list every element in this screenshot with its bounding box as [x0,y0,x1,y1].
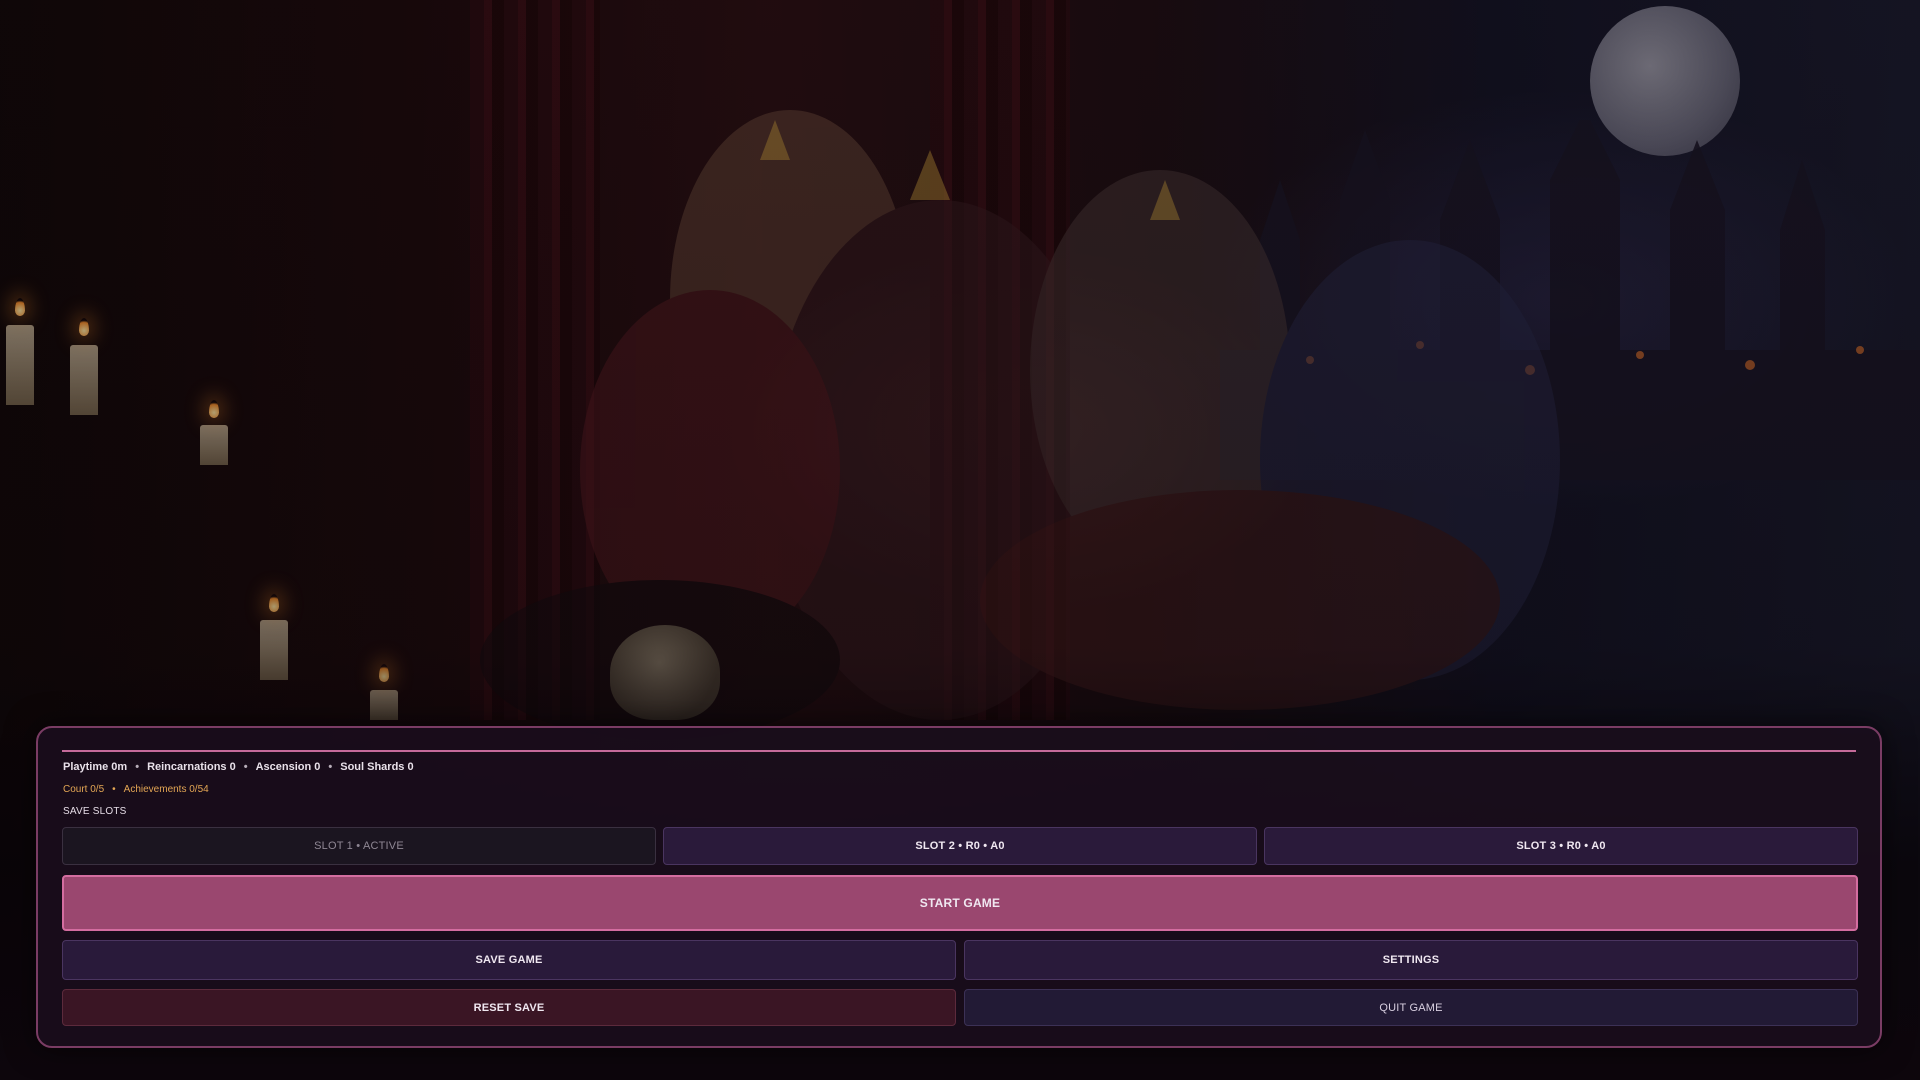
soul-shards-stat: Soul Shards 0 [340,761,414,773]
reincarnations-stat: Reincarnations 0 [147,761,236,773]
save-slot-2-button[interactable]: SLOT 2 • R0 • A0 [663,827,1257,865]
quit-game-button[interactable]: QUIT GAME [964,989,1858,1026]
settings-button[interactable]: SETTINGS [964,940,1858,980]
title-screen: Playtime 0m • Reincarnations 0 • Ascension 0… [0,0,1920,1080]
progress-line: Court 0/5 • Achievements 0/54 [63,784,209,795]
save-slot-3-button[interactable]: SLOT 3 • R0 • A0 [1264,827,1858,865]
achievements-progress: Achievements 0/54 [123,784,209,795]
stats-separator: • [243,761,248,773]
ascension-stat: Ascension 0 [255,761,321,773]
stats-separator: • [328,761,333,773]
stats-separator: • [135,761,140,773]
progress-separator: • [112,784,116,795]
reset-save-button[interactable]: RESET SAVE [62,989,956,1026]
save-slot-1-button[interactable]: SLOT 1 • ACTIVE [62,827,656,865]
panel-divider [62,750,1856,752]
start-game-button[interactable]: START GAME [62,875,1858,931]
save-game-button[interactable]: SAVE GAME [62,940,956,980]
playtime-stat: Playtime 0m [63,761,128,773]
main-menu-panel: Playtime 0m • Reincarnations 0 • Ascension 0… [36,726,1882,1048]
court-progress: Court 0/5 [63,784,105,795]
stats-line: Playtime 0m • Reincarnations 0 • Ascension 0… [63,761,414,773]
save-slots-heading: SAVE SLOTS [63,806,127,817]
